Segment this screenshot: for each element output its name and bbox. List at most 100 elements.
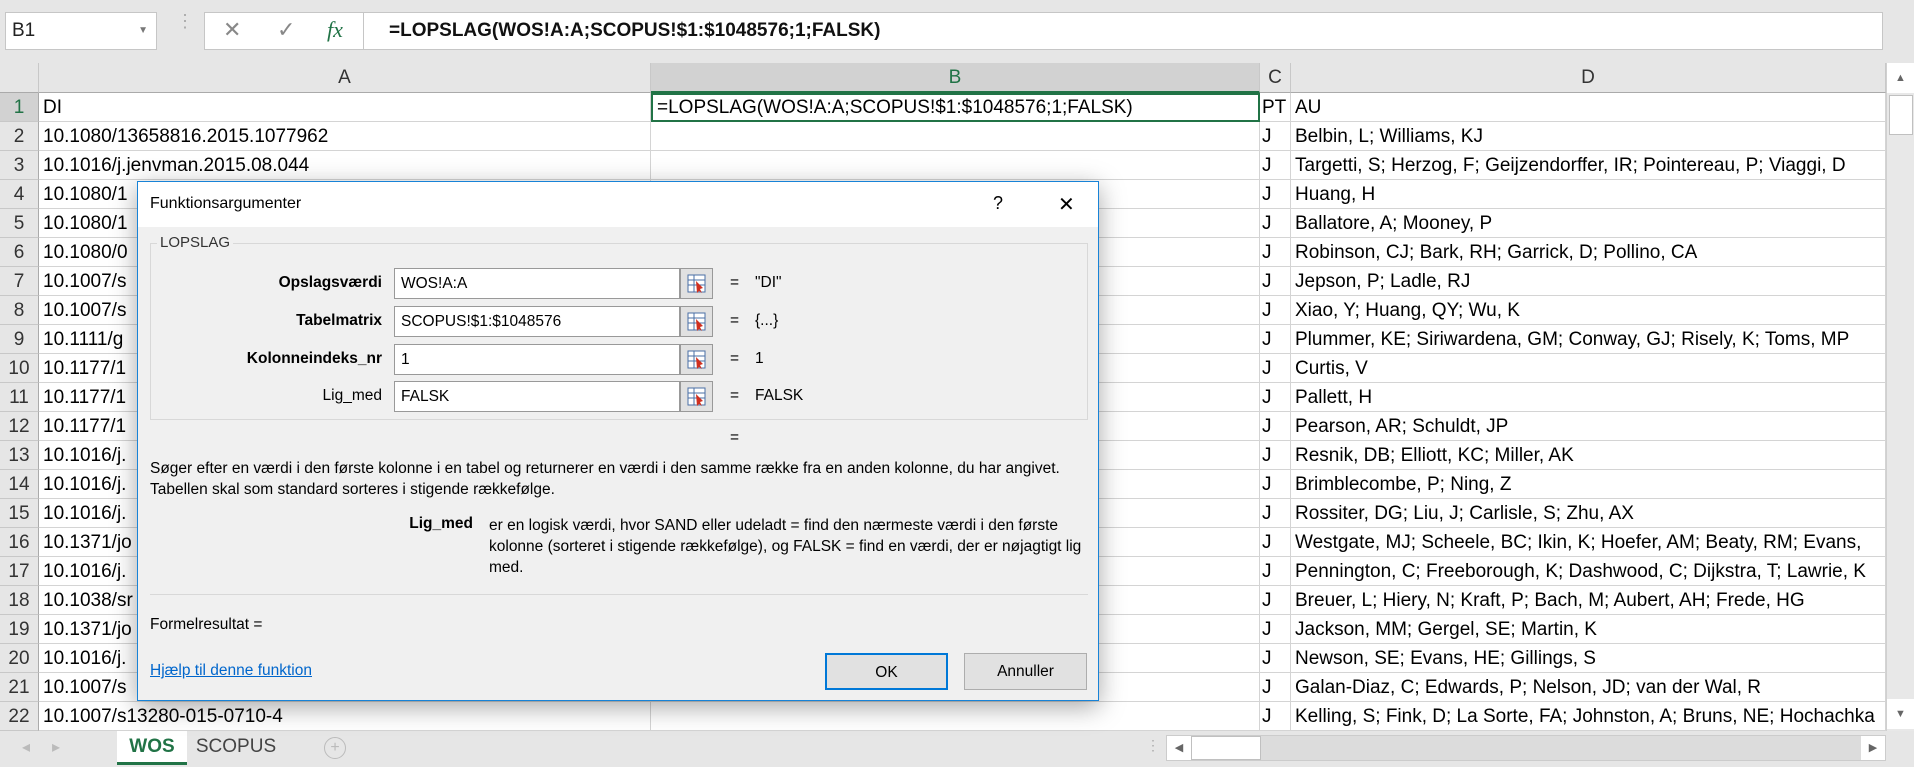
cell-b[interactable] xyxy=(651,151,1260,180)
row-header[interactable]: 12 xyxy=(0,412,39,441)
cell-d[interactable]: Xiao, Y; Huang, QY; Wu, K xyxy=(1291,296,1886,325)
row-header[interactable]: 4 xyxy=(0,180,39,209)
cell-d[interactable]: Pearson, AR; Schuldt, JP xyxy=(1291,412,1886,441)
row-header[interactable]: 9 xyxy=(0,325,39,354)
cell-d[interactable]: Robinson, CJ; Bark, RH; Garrick, D; Poll… xyxy=(1291,238,1886,267)
cancel-button[interactable]: Annuller xyxy=(964,653,1087,690)
help-icon[interactable]: ? xyxy=(993,193,1003,214)
horizontal-scrollbar[interactable]: ◀ ▶ xyxy=(1166,735,1886,761)
cell-c[interactable]: J xyxy=(1260,528,1291,557)
scroll-up-icon[interactable]: ▲ xyxy=(1887,63,1914,93)
row-header[interactable]: 14 xyxy=(0,470,39,499)
close-icon[interactable]: ✕ xyxy=(1058,192,1075,217)
row-header[interactable]: 16 xyxy=(0,528,39,557)
arg-input[interactable]: WOS!A:A xyxy=(394,268,680,299)
cell-d[interactable]: Huang, H xyxy=(1291,180,1886,209)
cell-c[interactable]: J xyxy=(1260,615,1291,644)
cell-c[interactable]: J xyxy=(1260,296,1291,325)
cell-c[interactable]: J xyxy=(1260,151,1291,180)
row-header[interactable]: 2 xyxy=(0,122,39,151)
arg-input[interactable]: FALSK xyxy=(394,381,680,412)
cell-c[interactable]: J xyxy=(1260,267,1291,296)
vertical-scrollbar[interactable]: ▲ ▼ xyxy=(1886,63,1914,731)
cell-c[interactable]: J xyxy=(1260,499,1291,528)
cancel-icon[interactable]: ✕ xyxy=(223,17,241,43)
add-sheet-icon[interactable]: + xyxy=(324,737,346,759)
cell-d[interactable]: Jackson, MM; Gergel, SE; Martin, K xyxy=(1291,615,1886,644)
row-header[interactable]: 18 xyxy=(0,586,39,615)
row-header[interactable]: 13 xyxy=(0,441,39,470)
formula-input[interactable]: =LOPSLAG(WOS!A:A;SCOPUS!$1:$1048576;1;FA… xyxy=(363,12,1883,50)
cell-c[interactable]: J xyxy=(1260,673,1291,702)
select-all-corner[interactable] xyxy=(0,63,39,93)
row-header[interactable]: 19 xyxy=(0,615,39,644)
cell-a[interactable]: 10.1080/13658816.2015.1077962 xyxy=(39,122,651,151)
cell-c[interactable]: J xyxy=(1260,702,1291,731)
row-header[interactable]: 20 xyxy=(0,644,39,673)
cell-d[interactable]: Westgate, MJ; Scheele, BC; Ikin, K; Hoef… xyxy=(1291,528,1886,557)
cell-c[interactable]: J xyxy=(1260,325,1291,354)
enter-icon[interactable]: ✓ xyxy=(277,17,295,43)
cell-d[interactable]: Pallett, H xyxy=(1291,383,1886,412)
row-header[interactable]: 17 xyxy=(0,557,39,586)
cell-c[interactable]: J xyxy=(1260,586,1291,615)
sheet-tab-wos[interactable]: WOS xyxy=(117,731,187,765)
column-header-a[interactable]: A xyxy=(39,63,651,93)
name-box[interactable]: B1 ▼ xyxy=(5,12,157,50)
collapse-dialog-icon[interactable] xyxy=(680,306,713,337)
cell-c[interactable]: J xyxy=(1260,180,1291,209)
column-header-d[interactable]: D xyxy=(1291,63,1886,93)
splitter-icon[interactable]: ⋮ xyxy=(1146,737,1160,754)
ok-button[interactable]: OK xyxy=(825,653,948,690)
cell-d[interactable]: AU xyxy=(1291,93,1886,122)
arg-input[interactable]: 1 xyxy=(394,344,680,375)
cell-d[interactable]: Jepson, P; Ladle, RJ xyxy=(1291,267,1886,296)
cell-c[interactable]: PT xyxy=(1260,93,1291,122)
collapse-dialog-icon[interactable] xyxy=(680,381,713,412)
cell-c[interactable]: J xyxy=(1260,644,1291,673)
tab-scroll-left-icon[interactable]: ◂ xyxy=(22,737,30,757)
cell-a[interactable]: 10.1016/j.jenvman.2015.08.044 xyxy=(39,151,651,180)
column-header-b[interactable]: B xyxy=(651,63,1260,93)
cell-d[interactable]: Brimblecombe, P; Ning, Z xyxy=(1291,470,1886,499)
cell-c[interactable]: J xyxy=(1260,470,1291,499)
row-header[interactable]: 3 xyxy=(0,151,39,180)
cell-b[interactable] xyxy=(651,122,1260,151)
row-header[interactable]: 1 xyxy=(0,93,39,122)
cell-d[interactable]: Galan-Diaz, C; Edwards, P; Nelson, JD; v… xyxy=(1291,673,1886,702)
cell-d[interactable]: Curtis, V xyxy=(1291,354,1886,383)
scroll-down-icon[interactable]: ▼ xyxy=(1887,699,1914,729)
column-header-c[interactable]: C xyxy=(1260,63,1291,93)
cell-c[interactable]: J xyxy=(1260,209,1291,238)
row-header[interactable]: 7 xyxy=(0,267,39,296)
row-header[interactable]: 11 xyxy=(0,383,39,412)
cell-c[interactable]: J xyxy=(1260,354,1291,383)
tab-scroll-right-icon[interactable]: ▸ xyxy=(52,737,60,757)
collapse-dialog-icon[interactable] xyxy=(680,344,713,375)
cell-d[interactable]: Breuer, L; Hiery, N; Kraft, P; Bach, M; … xyxy=(1291,586,1886,615)
cell-d[interactable]: Ballatore, A; Mooney, P xyxy=(1291,209,1886,238)
scroll-left-icon[interactable]: ◀ xyxy=(1167,736,1191,760)
cell-c[interactable]: J xyxy=(1260,412,1291,441)
cell-d[interactable]: Newson, SE; Evans, HE; Gillings, S xyxy=(1291,644,1886,673)
cell-a[interactable]: DI xyxy=(39,93,651,122)
cell-d[interactable]: Belbin, L; Williams, KJ xyxy=(1291,122,1886,151)
insert-function-icon[interactable]: fx xyxy=(327,17,343,43)
chevron-down-icon[interactable]: ▼ xyxy=(138,13,148,49)
cell-d[interactable]: Resnik, DB; Elliott, KC; Miller, AK xyxy=(1291,441,1886,470)
cell-d[interactable]: Kelling, S; Fink, D; La Sorte, FA; Johns… xyxy=(1291,702,1886,731)
cell-b[interactable] xyxy=(651,702,1260,731)
horizontal-scroll-thumb[interactable] xyxy=(1191,736,1261,760)
sheet-tab-scopus[interactable]: SCOPUS xyxy=(190,731,282,765)
cell-c[interactable]: J xyxy=(1260,383,1291,412)
cell-a[interactable]: 10.1007/s13280-015-0710-4 xyxy=(39,702,651,731)
row-header[interactable]: 8 xyxy=(0,296,39,325)
grip-icon[interactable]: ⋮ xyxy=(176,12,194,30)
row-header[interactable]: 21 xyxy=(0,673,39,702)
cell-d[interactable]: Rossiter, DG; Liu, J; Carlisle, S; Zhu, … xyxy=(1291,499,1886,528)
row-header[interactable]: 6 xyxy=(0,238,39,267)
active-cell[interactable]: =LOPSLAG(WOS!A:A;SCOPUS!$1:$1048576;1;FA… xyxy=(651,93,1260,122)
row-header[interactable]: 10 xyxy=(0,354,39,383)
collapse-dialog-icon[interactable] xyxy=(680,268,713,299)
arg-input[interactable]: SCOPUS!$1:$1048576 xyxy=(394,306,680,337)
